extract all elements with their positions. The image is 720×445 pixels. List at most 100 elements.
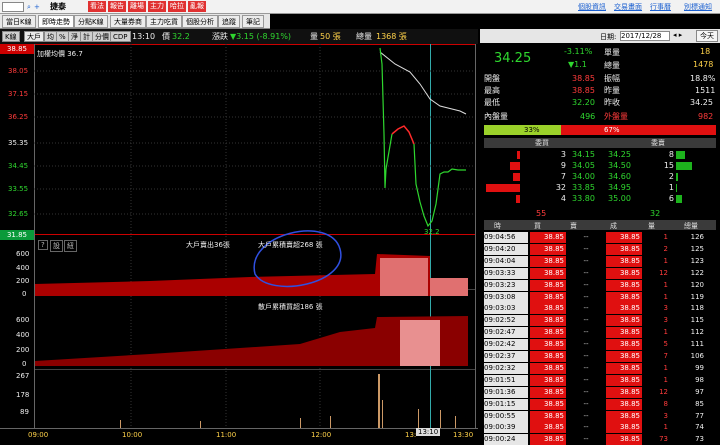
bigplayer-button[interactable]: 大戶 (24, 31, 44, 42)
symbol-combo[interactable] (2, 2, 24, 12)
trade-row[interactable]: 09:01:51 38.85 -- 38.85 1 98 (484, 374, 716, 386)
open-label: 開盤 (484, 74, 500, 83)
intraday-chart[interactable]: 38.85 31.85 38.05 37.15 36.25 35.35 34.4… (0, 44, 478, 445)
price-dist-button[interactable]: 分價 (92, 31, 112, 42)
tab-daily-k[interactable]: 當日K線 (2, 15, 36, 28)
add-icon[interactable]: + (34, 2, 40, 12)
xtick-13: 13: (405, 431, 417, 439)
high-label: 最高 (484, 86, 500, 95)
trade-deal: 38.85 (606, 327, 642, 339)
link-alert[interactable]: 別標通知 (684, 2, 712, 12)
th-time: 時 (494, 222, 501, 230)
trade-time: 09:02:37 (484, 351, 528, 362)
trade-row[interactable]: 09:02:47 38.85 -- 38.85 1 112 (484, 327, 716, 339)
trade-time: 09:00:39 (484, 422, 528, 434)
price-line-red (391, 125, 415, 145)
trade-deal: 38.85 (606, 351, 642, 362)
trade-vol: 8 (663, 399, 668, 408)
tab-notes[interactable]: 筆記 (242, 15, 264, 28)
exit-button[interactable]: 離場 (128, 1, 146, 12)
trade-deal: 38.85 (606, 243, 642, 255)
tab-minute-k[interactable]: 分點K線 (74, 15, 108, 28)
trade-time: 09:02:42 (484, 339, 528, 351)
trade-vol: 3 (663, 304, 668, 313)
trade-row[interactable]: 09:02:42 38.85 -- 38.85 5 111 (484, 339, 716, 351)
trade-row[interactable]: 09:02:32 38.85 -- 38.85 1 99 (484, 362, 716, 374)
tab-track[interactable]: 追蹤 (218, 15, 240, 28)
trade-row[interactable]: 09:00:24 38.85 -- 38.85 73 73 (484, 434, 716, 445)
trade-ask: -- (583, 316, 589, 325)
tab-analysis[interactable]: 個股分析 (182, 15, 218, 28)
ytick-2: 36.25 (8, 113, 29, 121)
link-stock-info[interactable]: 個股資訊 (578, 2, 606, 12)
trade-time: 09:02:52 (484, 315, 528, 327)
low-price-label: 31.85 (0, 230, 34, 240)
today-button[interactable]: 今天 (696, 30, 718, 42)
date-label: 日期: (600, 33, 617, 41)
bigplayer-sell-note: 大戶賣出36張 (186, 241, 230, 249)
trade-time: 09:04:20 (484, 243, 528, 255)
trade-vol: 12 (659, 268, 668, 277)
trade-vol: 1 (663, 292, 668, 301)
trade-row[interactable]: 09:03:33 38.85 -- 38.85 12 122 (484, 267, 716, 279)
trade-total: 125 (690, 244, 704, 253)
bid-qty: 32 (555, 183, 566, 192)
trade-row[interactable]: 09:04:20 38.85 -- 38.85 2 125 (484, 243, 716, 255)
tab-realtime[interactable]: 即時走勢 (38, 15, 74, 28)
top-bar: ⌕ + 捷泰 看法 報告 離場 主力 哈拉 亂報 個股資訊 交易畫面 行事曆 別… (0, 0, 720, 14)
bid-depth-bar (516, 195, 520, 203)
date-input[interactable]: 2017/12/28 (620, 31, 670, 41)
bid-qty: 7 (560, 172, 566, 181)
percent-button[interactable]: % (56, 31, 69, 42)
trade-time: 09:01:51 (484, 374, 528, 386)
cdp-button[interactable]: CDP (110, 31, 131, 42)
high-price-label: 38.85 (0, 44, 34, 54)
trade-total: 120 (690, 280, 704, 289)
trade-row[interactable]: 09:01:15 38.85 -- 38.85 8 85 (484, 398, 716, 410)
view-button[interactable]: 看法 (88, 1, 106, 12)
trade-total: 85 (695, 399, 704, 408)
trade-deal: 38.85 (606, 315, 642, 327)
trade-time: 09:02:32 (484, 362, 528, 374)
trade-vol: 1 (663, 280, 668, 289)
kline-button[interactable]: K線 (2, 31, 20, 42)
main-force-button[interactable]: 主力 (148, 1, 166, 12)
report-button[interactable]: 報告 (108, 1, 126, 12)
xtick-0900: 09:00 (28, 431, 49, 439)
trade-row[interactable]: 09:01:36 38.85 -- 38.85 12 97 (484, 386, 716, 398)
trade-row[interactable]: 09:04:04 38.85 -- 38.85 1 123 (484, 255, 716, 267)
trade-total: 74 (695, 423, 704, 432)
trade-row[interactable]: 09:03:08 38.85 -- 38.85 1 119 (484, 291, 716, 303)
tab-brokers[interactable]: 大量券商 (110, 15, 146, 28)
chat-button[interactable]: 哈拉 (168, 1, 186, 12)
date-stepper[interactable]: ◂ ▸ (673, 31, 682, 39)
trade-row[interactable]: 09:02:52 38.85 -- 38.85 3 115 (484, 315, 716, 327)
trade-vol: 5 (663, 340, 668, 349)
tab-main-force[interactable]: 主力吃貨 (146, 15, 182, 28)
panel-help-button[interactable]: ? (38, 240, 48, 250)
trade-bid: 38.85 (530, 362, 566, 374)
trade-bid: 38.85 (530, 386, 566, 398)
trade-time: 09:04:56 (484, 232, 528, 243)
trade-bid: 38.85 (530, 434, 566, 445)
bid-qty: 3 (560, 150, 566, 159)
trade-row[interactable]: 09:00:55 38.85 -- 38.85 3 77 (484, 410, 716, 422)
trade-vol: 1 (663, 423, 668, 432)
link-calendar[interactable]: 行事曆 (650, 2, 671, 12)
volume-bars (120, 374, 456, 428)
ask-depth-bar (676, 162, 692, 170)
trade-row[interactable]: 09:02:37 38.85 -- 38.85 7 106 (484, 351, 716, 362)
trade-row[interactable]: 09:04:56 38.85 -- 38.85 1 126 (484, 232, 716, 243)
trade-row[interactable]: 09:03:23 38.85 -- 38.85 1 120 (484, 279, 716, 291)
search-icon[interactable]: ⌕ (27, 2, 31, 12)
link-trade-screen[interactable]: 交易畫面 (614, 2, 642, 12)
panel-settings-button[interactable]: 設 (50, 240, 63, 252)
single-vol-label: 單量 (604, 48, 620, 57)
price-line-green (379, 47, 393, 189)
trade-row[interactable]: 09:03:03 38.85 -- 38.85 3 118 (484, 303, 716, 315)
rumor-button[interactable]: 亂報 (188, 1, 206, 12)
panel-link-button[interactable]: 紐 (64, 240, 77, 252)
box2-tick-1: 400 (16, 331, 30, 339)
xtick-1000: 10:00 (122, 431, 143, 439)
trade-row[interactable]: 09:00:39 38.85 -- 38.85 1 74 (484, 422, 716, 434)
